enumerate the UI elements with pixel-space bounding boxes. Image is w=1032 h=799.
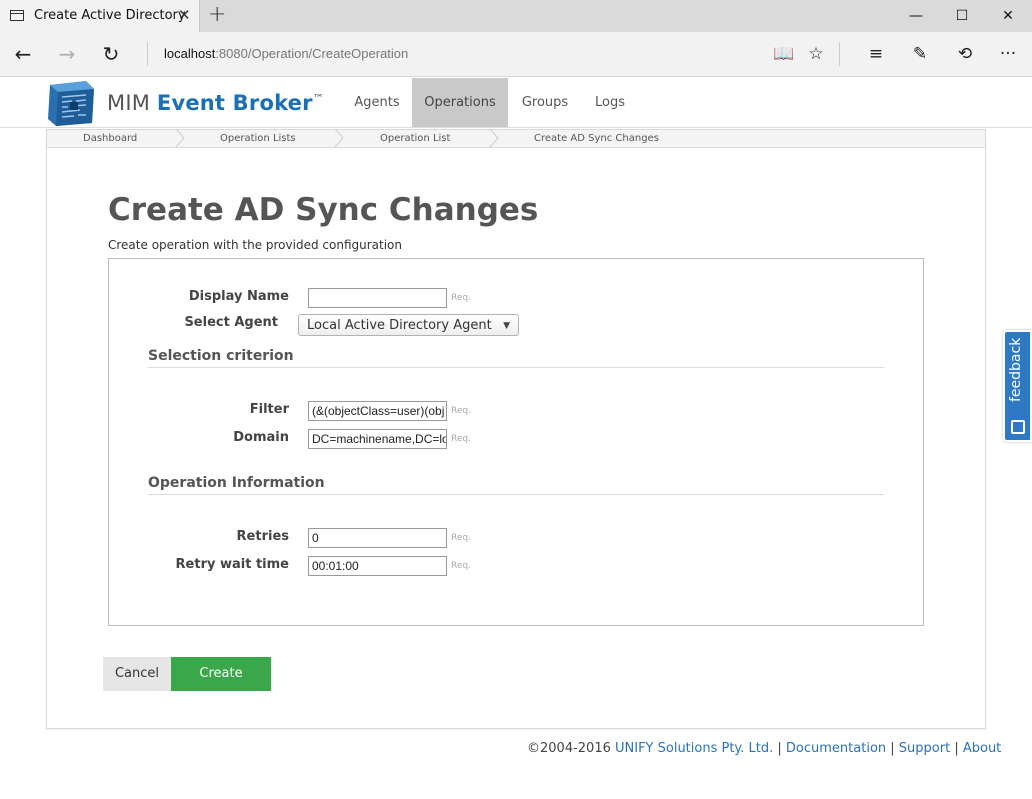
feedback-icon — [1011, 420, 1025, 434]
web-note-icon[interactable]: ✎ — [905, 40, 935, 68]
agent-select[interactable]: Local Active Directory Agent ▼ — [298, 314, 519, 336]
tab-page-icon — [10, 10, 24, 21]
refresh-button[interactable]: ↻ — [96, 40, 126, 68]
browser-tab[interactable]: Create Active Directory ✕ — [0, 0, 200, 32]
display-name-required: Req. — [451, 293, 471, 303]
brand-prefix: MIM — [107, 91, 157, 115]
retry-wait-time-label: Retry wait time — [175, 557, 289, 572]
retry-wait-time-required: Req. — [451, 561, 471, 571]
operation-form: Display Name Req. Select Agent Local Act… — [108, 258, 924, 626]
footer-about-link[interactable]: About — [963, 741, 1001, 756]
breadcrumb-current: Create AD Sync Changes — [534, 133, 659, 144]
retries-required: Req. — [451, 533, 471, 543]
url-path: :8080/Operation/CreateOperation — [215, 46, 409, 61]
breadcrumb-chevron-icon — [334, 129, 344, 147]
create-button[interactable]: Create — [171, 657, 271, 691]
domain-required: Req. — [451, 434, 471, 444]
retries-label: Retries — [236, 529, 289, 544]
hub-icon[interactable]: ≡ — [861, 40, 891, 68]
url-host: localhost — [164, 46, 216, 61]
url-divider — [147, 42, 148, 66]
share-icon[interactable]: ⟲ — [950, 40, 980, 68]
brand-trademark: ™ — [312, 92, 324, 105]
feedback-label: feedback — [1008, 337, 1024, 402]
footer-support-link[interactable]: Support — [899, 741, 950, 756]
display-name-label: Display Name — [188, 289, 289, 304]
browser-nav-bar: ← → ↻ localhost:8080/Operation/CreateOpe… — [0, 32, 1032, 77]
section-selection-criterion: Selection criterion — [148, 348, 294, 364]
close-window-button[interactable]: ✕ — [985, 0, 1031, 32]
breadcrumb-dashboard[interactable]: Dashboard — [83, 133, 137, 144]
feedback-tab[interactable]: feedback — [1003, 330, 1032, 442]
brand-title: MIM Event Broker™ — [107, 91, 324, 115]
app-header: MIM Event Broker™ Agents Operations Grou… — [0, 78, 1032, 128]
breadcrumb-operation-list[interactable]: Operation List — [380, 133, 450, 144]
favorite-star-icon[interactable]: ☆ — [801, 40, 831, 68]
brand-name: Event Broker — [156, 91, 313, 115]
domain-label: Domain — [233, 430, 289, 445]
select-agent-label: Select Agent — [184, 315, 278, 330]
page-subtitle: Create operation with the provided confi… — [108, 238, 402, 252]
footer-documentation-link[interactable]: Documentation — [786, 741, 886, 756]
retries-input[interactable]: 0 — [308, 528, 447, 548]
chevron-down-icon: ▼ — [503, 321, 510, 331]
new-tab-button[interactable]: + — [208, 2, 226, 27]
display-name-input[interactable] — [308, 288, 447, 308]
minimize-button[interactable]: — — [893, 0, 939, 32]
retry-wait-time-input[interactable]: 00:01:00 — [308, 556, 447, 576]
filter-input[interactable]: (&(objectClass=user)(obj — [308, 401, 447, 421]
breadcrumb: Dashboard Operation Lists Operation List… — [47, 129, 985, 148]
footer-copyright: ©2004-2016 — [527, 741, 615, 756]
footer-separator: | — [886, 741, 899, 756]
filter-label: Filter — [249, 402, 289, 417]
back-button[interactable]: ← — [8, 40, 38, 68]
footer-company-link[interactable]: UNIFY Solutions Pty. Ltd. — [615, 741, 773, 756]
page-title: Create AD Sync Changes — [108, 192, 539, 228]
tab-title: Create Active Directory — [34, 8, 186, 23]
menu-groups[interactable]: Groups — [508, 78, 582, 127]
domain-input[interactable]: DC=machinename,DC=lo — [308, 429, 447, 449]
address-bar[interactable]: localhost:8080/Operation/CreateOperation — [164, 46, 408, 61]
content-panel: Dashboard Operation Lists Operation List… — [46, 129, 986, 729]
section-operation-information: Operation Information — [148, 475, 325, 491]
reading-view-icon[interactable]: 📖 — [769, 40, 799, 68]
browser-tab-bar: Create Active Directory ✕ + — ☐ ✕ — [0, 0, 1032, 32]
filter-required: Req. — [451, 406, 471, 416]
breadcrumb-chevron-icon — [175, 129, 185, 147]
header-divider — [0, 127, 1032, 128]
more-icon[interactable]: ··· — [993, 40, 1023, 68]
forward-button[interactable]: → — [52, 40, 82, 68]
footer-separator: | — [950, 741, 963, 756]
menu-agents[interactable]: Agents — [341, 78, 413, 127]
section-divider — [148, 367, 884, 368]
menu-operations[interactable]: Operations — [412, 78, 508, 127]
mim-logo-icon[interactable] — [46, 79, 96, 127]
footer-separator: | — [773, 741, 786, 756]
section-divider — [148, 494, 884, 495]
web-page: MIM Event Broker™ Agents Operations Grou… — [0, 78, 1032, 799]
agent-select-value: Local Active Directory Agent — [307, 318, 492, 333]
breadcrumb-chevron-icon — [489, 129, 499, 147]
breadcrumb-operation-lists[interactable]: Operation Lists — [220, 133, 296, 144]
tab-close-icon[interactable]: ✕ — [178, 6, 191, 24]
toolbar-divider — [839, 42, 840, 66]
cancel-button[interactable]: Cancel — [103, 657, 171, 691]
footer: ©2004-2016 UNIFY Solutions Pty. Ltd. | D… — [527, 741, 1001, 756]
menu-logs[interactable]: Logs — [582, 78, 638, 127]
maximize-button[interactable]: ☐ — [939, 0, 985, 32]
